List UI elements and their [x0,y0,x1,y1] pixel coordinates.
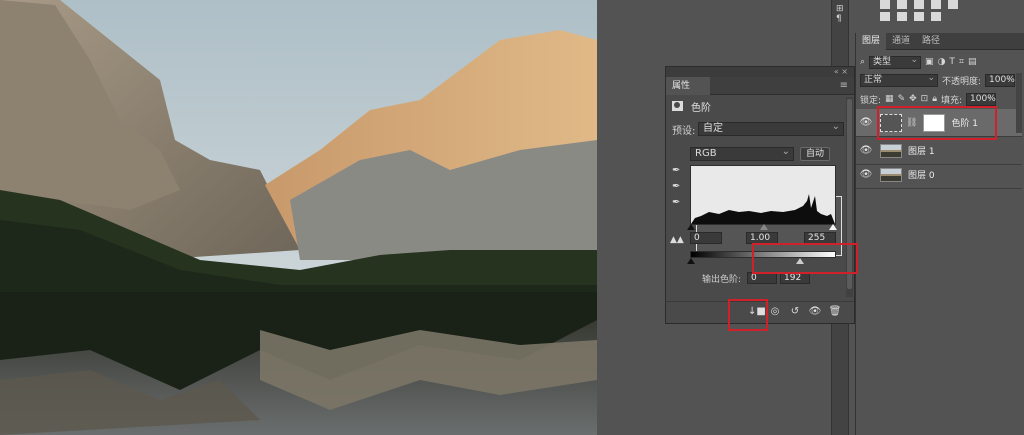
panel-toggle-icon[interactable]: ⊞ [836,4,844,14]
adjust-icon[interactable] [914,12,924,21]
lock-brush-icon[interactable]: ✎ [898,94,906,104]
tab-paths[interactable]: 路径 [916,33,946,50]
preset-row: 预设: 自定 [672,121,844,137]
eye-icon[interactable]: 👁︎ [856,169,876,180]
adjust-icon[interactable] [880,12,890,21]
clipping-warning-icon[interactable]: ▲▲ [670,235,684,245]
landscape-image [0,0,597,435]
gray-eyedropper-icon[interactable]: ✒ [672,181,680,192]
highlight-levels-layer [877,106,997,140]
properties-tab-row: 属性 ≡ [666,77,854,95]
highlight-clip-button [728,299,768,331]
adjustment-icon-row-2 [880,12,941,21]
blend-row: 正常 不透明度: 100% [860,73,1016,87]
histogram [690,165,836,225]
input-white-handle[interactable] [829,224,837,230]
mask-icon[interactable] [672,101,683,111]
text-filter-icon[interactable]: T [949,57,955,67]
adjust-icon[interactable] [897,0,907,9]
properties-panel: « × 属性 ≡ 色阶 预设: 自定 RGB 自动 ✒ ✒ ✒ ▲▲ 0 1.0… [665,66,855,324]
adjust-icon[interactable] [914,0,924,9]
tab-channels[interactable]: 通道 [886,33,916,50]
pixel-filter-icon[interactable]: ▣ [925,57,934,67]
layer-0[interactable]: 👁︎ 图层 0 [856,161,1022,189]
eye-icon[interactable]: 👁︎ [856,145,876,156]
auto-button[interactable]: 自动 [800,147,831,161]
filter-kind-select[interactable]: 类型 [869,55,922,69]
document-canvas[interactable] [0,0,597,435]
input-black-handle[interactable] [687,224,695,230]
layer-thumbnail[interactable] [880,143,902,158]
preset-label: 预设: [672,125,696,137]
channel-row: RGB 自动 [690,146,836,162]
adjustment-title: 色阶 [691,102,711,114]
tab-layers[interactable]: 图层 [856,33,887,50]
layers-panel: 图层 通道 路径 ⌕ 类型 ▣ ◑ T ⌗ ▤ 正常 不透明度: 100% 锁定… [855,33,1024,435]
adjust-icon[interactable] [931,0,941,9]
channel-select[interactable]: RGB [690,146,794,161]
histogram-graph [691,166,835,224]
filter-row: ⌕ 类型 ▣ ◑ T ⌗ ▤ [860,55,977,69]
shape-filter-icon[interactable]: ⌗ [959,57,964,67]
smart-filter-icon[interactable]: ▤ [968,57,977,67]
fill-label: 填充: [941,95,963,106]
highlight-output-slider [752,243,858,274]
visibility-icon[interactable]: 👁︎ [808,306,822,317]
eyedroppers: ✒ ✒ ✒ [672,165,680,208]
layer-name: 图层 1 [908,147,935,157]
layer-thumbnail[interactable] [880,167,902,182]
panel-drag-bar[interactable]: « × [666,67,854,77]
view-previous-icon[interactable]: ◎ [768,306,782,317]
preset-select[interactable]: 自定 [698,121,844,136]
output-black-handle[interactable] [687,258,695,264]
trash-icon[interactable]: 🗑︎ [828,306,842,317]
input-levels-slider[interactable] [687,224,837,231]
blend-mode-select[interactable]: 正常 [860,73,938,87]
adjust-icon[interactable] [880,0,890,9]
lock-pixels-icon[interactable]: ▦ [885,94,894,104]
reset-icon[interactable]: ↺ [788,306,802,317]
adjustment-icon-row-1 [880,0,958,9]
adjust-filter-icon[interactable]: ◑ [938,57,946,67]
white-eyedropper-icon[interactable]: ✒ [672,197,680,208]
input-gamma-handle[interactable] [760,224,768,230]
opacity-field[interactable]: 100% [985,73,1016,87]
panel-menu-icon[interactable]: ≡ [840,80,848,91]
input-black-field[interactable]: 0 [690,232,722,244]
adjust-icon[interactable] [948,0,958,9]
layers-tabs: 图层 通道 路径 [856,33,1024,50]
output-label: 输出色阶: [702,274,742,285]
properties-header: 色阶 [672,98,842,256]
fill-field[interactable]: 100% [966,92,997,106]
adjust-icon[interactable] [897,12,907,21]
layers-scrollbar[interactable] [1016,73,1022,133]
eye-icon[interactable]: 👁︎ [856,117,876,128]
lock-artboard-icon[interactable]: ⊡ [921,94,929,104]
lock-all-icon[interactable]: 🔒︎ [932,94,937,104]
search-icon: ⌕ [860,57,866,67]
layer-name: 图层 0 [908,171,935,181]
adjust-icon[interactable] [931,12,941,21]
opacity-label: 不透明度: [942,76,982,87]
lock-label: 锁定: [860,95,882,106]
lock-move-icon[interactable]: ✥ [909,94,917,104]
tab-properties[interactable]: 属性 [666,77,710,95]
collapse-icon[interactable]: « × [834,67,848,76]
paragraph-icon[interactable]: ¶ [836,14,842,24]
adjustment-icons-area [850,0,1024,30]
lock-row: 锁定: ▦ ✎ ✥ ⊡ 🔒︎ 填充: 100% [860,92,997,106]
black-eyedropper-icon[interactable]: ✒ [672,165,680,176]
